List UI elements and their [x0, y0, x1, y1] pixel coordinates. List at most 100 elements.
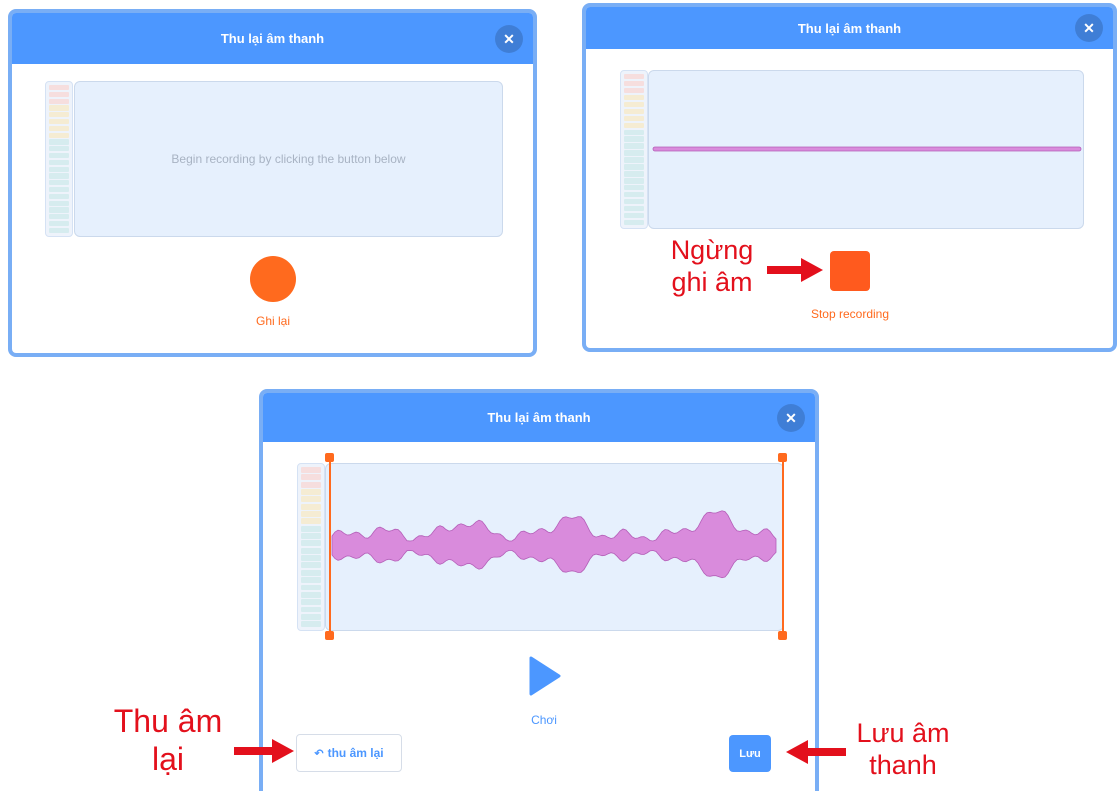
meter-segment	[301, 547, 321, 554]
record-label: Ghi lại	[255, 314, 290, 328]
meter-segment	[49, 139, 69, 145]
trim-handle-left-top[interactable]	[325, 453, 334, 462]
meter-segment	[301, 599, 321, 606]
dialog-header: Thu lại âm thanh ✕	[263, 393, 815, 442]
meter-segment	[301, 577, 321, 583]
arrow-right-icon	[234, 739, 294, 763]
meter-segment	[49, 200, 69, 206]
annotation-rerecord-line2: lại	[151, 741, 184, 778]
trim-handle-right[interactable]	[782, 457, 784, 635]
meter-segment	[624, 212, 644, 219]
meter-segment	[49, 207, 69, 213]
meter-segment	[49, 173, 69, 179]
meter-segment	[49, 112, 69, 118]
close-icon: ✕	[785, 409, 797, 426]
record-dialog-recorded: Thu lại âm thanh ✕ Chơi ↶ thu âm lại Lưu	[259, 389, 819, 791]
meter-segment	[624, 171, 644, 177]
trim-handle-right-top[interactable]	[778, 453, 787, 462]
meter-segment	[624, 136, 644, 142]
meter-segment	[301, 569, 321, 576]
meter-segment	[624, 122, 644, 128]
meter-segment	[49, 118, 69, 125]
meter-segment	[301, 533, 321, 539]
meter-segment	[301, 591, 321, 598]
dialog-title: Thu lại âm thanh	[220, 31, 325, 46]
meter-segment	[624, 178, 644, 184]
save-button[interactable]: Lưu	[729, 735, 771, 772]
meter-segment	[49, 180, 69, 186]
record-dialog-idle: Thu lại âm thanh ✕ Begin recording by cl…	[8, 9, 537, 357]
arrow-left-icon	[786, 740, 846, 764]
annotation-save: Lưu âm thanh	[843, 717, 963, 782]
meter-segment	[624, 87, 644, 94]
level-meter	[45, 81, 73, 237]
meter-segment	[49, 166, 69, 172]
close-button[interactable]: ✕	[1075, 14, 1103, 42]
trim-handle-left-bottom[interactable]	[325, 631, 334, 640]
meter-segment	[301, 503, 321, 510]
meter-segment	[624, 219, 644, 226]
meter-segment	[624, 101, 644, 108]
close-icon: ✕	[1083, 20, 1095, 36]
close-button[interactable]: ✕	[777, 403, 805, 432]
dialog-header: Thu lại âm thanh ✕	[12, 13, 533, 64]
meter-segment	[624, 150, 644, 156]
dialog-title: Thu lại âm thanh	[797, 20, 902, 36]
annotation-stop: Ngừng ghi âm	[652, 234, 772, 299]
meter-segment	[301, 613, 321, 620]
close-icon: ✕	[503, 30, 515, 47]
meter-segment	[301, 496, 321, 503]
waveform-area	[648, 70, 1084, 229]
meter-segment	[49, 125, 69, 132]
meter-segment	[624, 143, 644, 149]
meter-segment	[49, 186, 69, 193]
play-button[interactable]	[527, 656, 561, 696]
meter-segment	[301, 511, 321, 517]
undo-icon: ↶	[314, 747, 324, 760]
annotation-rerecord: Thu âm lại	[93, 702, 243, 779]
meter-segment	[624, 115, 644, 122]
recording-hint: Begin recording by clicking the button b…	[171, 152, 406, 166]
waveform-shape	[331, 510, 777, 579]
live-waveform	[652, 146, 1082, 152]
record-button[interactable]	[250, 256, 296, 302]
close-button[interactable]: ✕	[495, 24, 523, 53]
save-label: Lưu	[739, 747, 761, 760]
meter-segment	[624, 198, 644, 205]
annotation-save-line1: Lưu âm	[856, 718, 950, 748]
dialog-title: Thu lại âm thanh	[487, 410, 591, 425]
meter-segment	[301, 489, 321, 495]
meter-segment	[301, 621, 321, 628]
meter-segment	[624, 74, 644, 80]
trim-handle-right-bottom[interactable]	[778, 631, 787, 640]
meter-segment	[624, 108, 644, 115]
meter-segment	[49, 214, 69, 220]
stop-recording-button[interactable]	[830, 251, 870, 291]
meter-segment	[49, 91, 69, 98]
level-meter	[620, 70, 648, 229]
meter-segment	[624, 205, 644, 212]
rerecord-label: thu âm lại	[327, 746, 384, 760]
meter-segment	[624, 185, 644, 191]
meter-segment	[301, 555, 321, 561]
annotation-rerecord-line1: Thu âm	[113, 703, 223, 739]
meter-segment	[301, 562, 321, 569]
meter-segment	[49, 227, 69, 234]
trim-handle-left[interactable]	[329, 457, 331, 635]
meter-segment	[624, 94, 644, 101]
annotation-stop-line2: ghi âm	[671, 267, 753, 298]
annotation-stop-line1: Ngừng	[670, 235, 754, 265]
meter-segment	[49, 146, 69, 152]
play-label: Chơi	[531, 713, 557, 727]
annotation-save-line2: thanh	[869, 750, 937, 781]
meter-segment	[624, 191, 644, 198]
meter-segment	[49, 193, 69, 200]
meter-segment	[624, 129, 644, 135]
meter-segment	[301, 606, 321, 613]
meter-segment	[49, 105, 69, 111]
meter-segment	[301, 481, 321, 488]
meter-segment	[49, 220, 69, 227]
meter-segment	[301, 518, 321, 525]
rerecord-button[interactable]: ↶ thu âm lại	[296, 734, 402, 772]
waveform-area: Begin recording by clicking the button b…	[74, 81, 503, 237]
